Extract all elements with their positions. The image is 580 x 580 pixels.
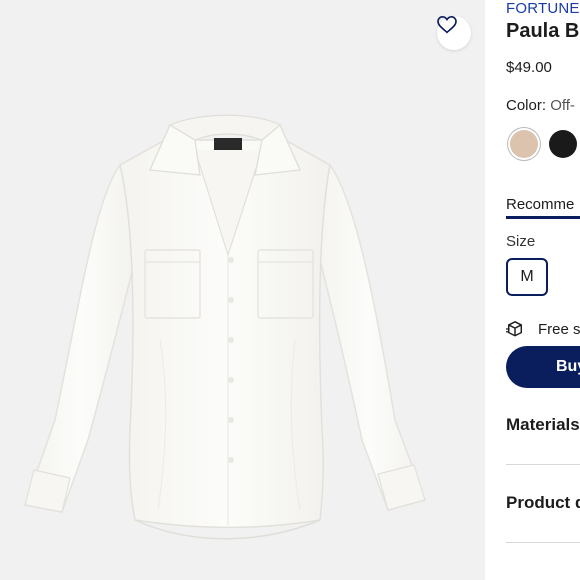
- color-label: Color: Off-: [506, 97, 575, 114]
- product-page: FORTUNE Paula Bu $49.00 Color: Off- Reco…: [0, 0, 580, 580]
- color-value: Off-: [550, 97, 575, 114]
- color-swatch-off-white[interactable]: [510, 130, 538, 158]
- color-label-text: Color:: [506, 97, 547, 114]
- product-image[interactable]: [0, 0, 485, 580]
- product-info-panel: FORTUNE Paula Bu $49.00 Color: Off- Reco…: [485, 0, 580, 580]
- tab-recommended[interactable]: Recomme: [506, 196, 574, 213]
- wishlist-button[interactable]: [437, 16, 471, 50]
- shipping-text: Free s: [538, 320, 580, 338]
- heart-icon: [437, 16, 457, 34]
- product-title: Paula Bu: [506, 20, 580, 42]
- shipping-info: Free s: [506, 320, 580, 338]
- product-price: $49.00: [506, 59, 552, 76]
- divider: [506, 464, 580, 465]
- color-swatch-black[interactable]: [549, 130, 577, 158]
- size-option-m[interactable]: M: [506, 258, 548, 296]
- accordion-materials[interactable]: Materials: [506, 415, 580, 435]
- brand-name[interactable]: FORTUNE: [506, 0, 580, 17]
- buy-button[interactable]: Buy: [506, 346, 580, 388]
- shipping-box-icon: [506, 320, 523, 337]
- divider: [506, 542, 580, 543]
- blouse-illustration: [24, 114, 426, 540]
- tab-active-indicator: [506, 216, 580, 219]
- size-label: Size: [506, 233, 536, 250]
- accordion-product-details[interactable]: Product d: [506, 493, 580, 513]
